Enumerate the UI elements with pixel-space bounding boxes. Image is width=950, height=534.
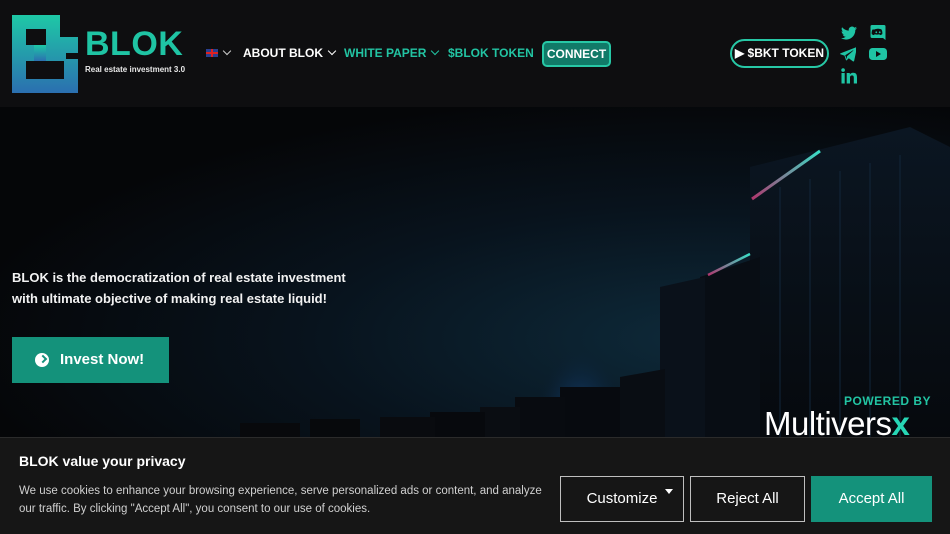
- nav-about-label: ABOUT BLOK: [243, 46, 323, 60]
- caret-down-icon: [665, 489, 673, 494]
- invest-now-label: Invest Now!: [60, 351, 145, 368]
- cookie-description: We use cookies to enhance your browsing …: [19, 485, 542, 515]
- invest-now-button[interactable]: Invest Now!: [12, 337, 169, 383]
- nav-white-paper-label: WHITE PAPER: [344, 46, 427, 60]
- brand-tagline: Real estate investment 3.0: [85, 65, 186, 74]
- accept-all-button[interactable]: Accept All: [811, 476, 932, 522]
- discord-icon[interactable]: [870, 24, 886, 40]
- blok-logo[interactable]: BLOK Real estate investment 3.0: [12, 15, 186, 93]
- youtube-icon[interactable]: [869, 46, 887, 62]
- bkt-token-button[interactable]: ▶ $BKT TOKEN: [730, 39, 829, 68]
- partner-name: Multivers: [764, 405, 892, 439]
- telegram-icon[interactable]: [840, 46, 856, 62]
- site-header: BLOK Real estate investment 3.0 ABOUT BL…: [0, 0, 950, 107]
- blok-logo-icon: [12, 15, 78, 93]
- hero-headline: BLOK is the democratization of real esta…: [12, 270, 346, 306]
- customize-label: Customize: [586, 490, 658, 507]
- arrow-circle-right-icon: [35, 353, 49, 367]
- nav-blok-token[interactable]: $BLOK TOKEN: [448, 46, 534, 60]
- nav-white-paper[interactable]: WHITE PAPER: [344, 46, 440, 60]
- multiversx-logo[interactable]: Multiversx: [764, 405, 910, 439]
- language-selector[interactable]: [206, 46, 232, 60]
- chevron-down-icon: [327, 46, 337, 56]
- partner-suffix: x: [891, 405, 910, 439]
- nav-about-blok[interactable]: ABOUT BLOK: [243, 46, 337, 60]
- hero-section: BLOK is the democratization of real esta…: [0, 107, 950, 438]
- twitter-icon[interactable]: [841, 25, 857, 41]
- reject-all-button[interactable]: Reject All: [690, 476, 805, 522]
- customize-button[interactable]: Customize: [560, 476, 684, 522]
- uk-flag-icon: [206, 49, 218, 57]
- connect-button[interactable]: CONNECT: [542, 41, 611, 67]
- cookie-consent-banner: BLOK value your privacy We use cookies t…: [0, 437, 950, 534]
- chevron-down-icon: [222, 46, 232, 56]
- linkedin-icon[interactable]: [841, 68, 857, 84]
- chevron-down-icon: [431, 46, 440, 56]
- cookie-title: BLOK value your privacy: [19, 453, 186, 469]
- brand-name: BLOK: [85, 25, 184, 63]
